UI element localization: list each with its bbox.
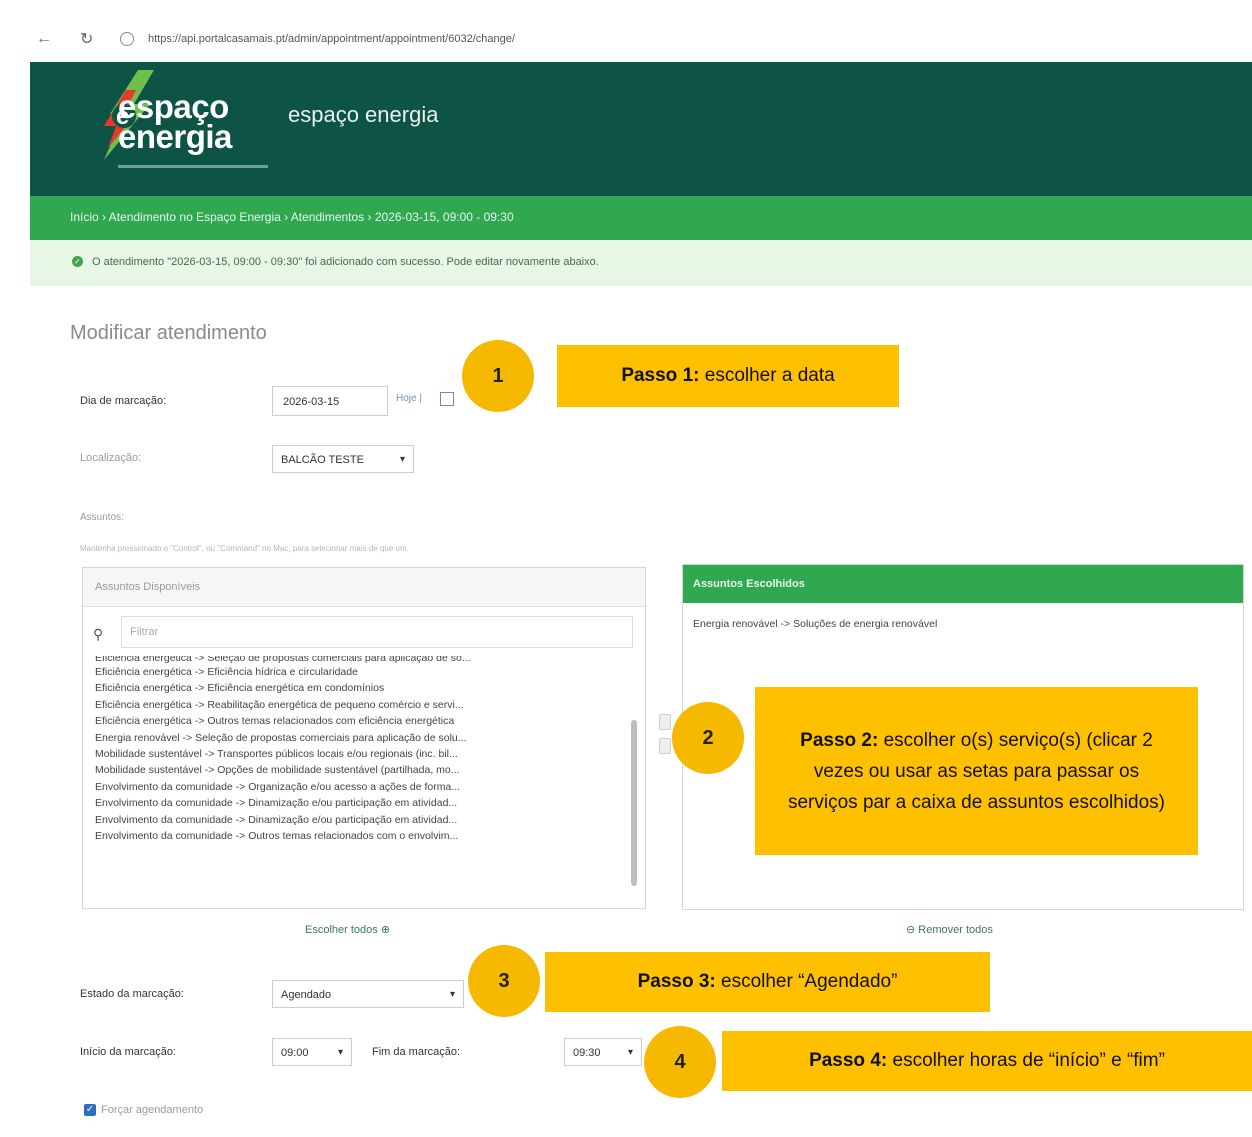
minus-circle-icon: ⊖ xyxy=(906,924,919,936)
list-item[interactable]: Eficiência energética -> Seleção de prop… xyxy=(95,656,625,664)
subjects-help: Mantenha pressionado o "Control", ou "Co… xyxy=(80,544,409,553)
success-message: ✓ O atendimento "2026-03-15, 09:00 - 09:… xyxy=(30,240,1252,286)
list-item[interactable]: Mobilidade sustentável -> Transportes pú… xyxy=(95,746,625,762)
location-select[interactable]: BALCÃO TESTE ▾ xyxy=(272,445,414,473)
list-item[interactable]: Envolvimento da comunidade -> Organizaçã… xyxy=(95,779,625,795)
end-label: Fim da marcação: xyxy=(372,1046,461,1058)
chosen-subjects-header: Assuntos Escolhidos xyxy=(683,565,1243,603)
remove-all-label: Remover todos xyxy=(918,924,993,936)
start-value: 09:00 xyxy=(281,1047,309,1059)
filter-input[interactable]: Filtrar xyxy=(121,616,633,648)
available-subjects-header: Assuntos Disponíveis xyxy=(83,568,645,607)
step-3-text: escolher “Agendado” xyxy=(715,971,898,992)
step-4-bold: Passo 4: xyxy=(809,1050,888,1071)
step-1-callout: Passo 1: escolher a data xyxy=(557,345,899,407)
site-header: e espaço energia espaço energia xyxy=(30,62,1252,196)
page-title: Modificar atendimento xyxy=(70,322,267,344)
site-name[interactable]: espaço energia xyxy=(288,102,438,128)
start-label: Início da marcação: xyxy=(80,1046,176,1058)
chevron-down-icon: ▾ xyxy=(399,454,405,465)
list-item[interactable]: Eficiência energética -> Eficiência hídr… xyxy=(95,664,625,680)
chevron-down-icon: ▾ xyxy=(449,989,455,1000)
chosen-subjects-title: Assuntos Escolhidos xyxy=(693,578,805,590)
step-1-bold: Passo 1: xyxy=(621,365,700,386)
step-3-bold: Passo 3: xyxy=(637,971,716,992)
chevron-down-icon: ▾ xyxy=(337,1047,343,1058)
list-item[interactable]: Envolvimento da comunidade -> Dinamizaçã… xyxy=(95,795,625,811)
list-item[interactable]: Eficiência energética -> Outros temas re… xyxy=(95,713,625,729)
today-link[interactable]: Hoje | xyxy=(396,393,422,404)
scrollbar-thumb[interactable] xyxy=(631,720,637,886)
breadcrumb-bar: Início › Atendimento no Espaço Energia ›… xyxy=(30,196,1252,240)
chevron-down-icon: ▾ xyxy=(627,1047,633,1058)
step-4-circle: 4 xyxy=(644,1026,716,1098)
available-subjects-title: Assuntos Disponíveis xyxy=(95,581,201,593)
address-bar-url[interactable]: https://api.portalcasamais.pt/admin/appo… xyxy=(148,33,515,45)
success-message-text: O atendimento "2026-03-15, 09:00 - 09:30… xyxy=(92,256,599,268)
list-item[interactable]: Eficiência energética -> Eficiência ener… xyxy=(95,680,625,696)
step-2-bold: Passo 2: xyxy=(800,729,879,751)
step-2-circle: 2 xyxy=(672,702,744,774)
available-subjects-box: Assuntos Disponíveis ⚲ Filtrar Eficiênci… xyxy=(82,567,646,909)
choose-all-label: Escolher todos xyxy=(305,924,378,936)
status-value: Agendado xyxy=(281,989,332,1001)
remove-all-link[interactable]: ⊖ Remover todos xyxy=(906,923,993,936)
list-item[interactable]: Mobilidade sustentável -> Opções de mobi… xyxy=(95,762,625,778)
check-circle-icon: ✓ xyxy=(72,256,83,267)
step-2-callout: Passo 2: escolher o(s) serviço(s) (clica… xyxy=(755,687,1198,855)
step-4-callout: Passo 4: escolher horas de “início” e “f… xyxy=(722,1031,1252,1091)
list-item[interactable]: Energia renovável -> Soluções de energia… xyxy=(693,618,937,630)
end-select[interactable]: 09:30 ▾ xyxy=(564,1038,642,1066)
step-1-circle: 1 xyxy=(462,340,534,412)
site-info-icon[interactable] xyxy=(120,32,134,46)
date-label: Dia de marcação: xyxy=(80,395,167,407)
step-3-callout: Passo 3: escolher “Agendado” xyxy=(545,952,990,1012)
reload-icon[interactable]: ↻ xyxy=(80,29,93,49)
force-checkbox[interactable]: ✓ xyxy=(84,1104,96,1116)
arrow-left-icon[interactable]: ← xyxy=(36,30,52,48)
move-right-arrow-icon[interactable] xyxy=(659,714,671,730)
list-item[interactable]: Energia renovável -> Seleção de proposta… xyxy=(95,730,625,746)
choose-all-link[interactable]: Escolher todos ⊕ xyxy=(305,923,390,936)
list-item[interactable]: Envolvimento da comunidade -> Outros tem… xyxy=(95,828,625,844)
logo-text-energia: energia xyxy=(118,118,232,155)
start-select[interactable]: 09:00 ▾ xyxy=(272,1038,352,1066)
logo-tagline xyxy=(118,165,268,168)
status-label: Estado da marcação: xyxy=(80,988,184,1000)
subjects-label: Assuntos: xyxy=(80,512,124,523)
step-3-circle: 3 xyxy=(468,945,540,1017)
force-label: Forçar agendamento xyxy=(101,1104,204,1116)
move-left-arrow-icon[interactable] xyxy=(659,738,671,754)
plus-circle-icon: ⊕ xyxy=(380,924,391,936)
list-item[interactable]: Envolvimento da comunidade -> Dinamizaçã… xyxy=(95,812,625,828)
available-subjects-list[interactable]: Eficiência energética -> Seleção de prop… xyxy=(95,656,625,844)
calendar-icon[interactable] xyxy=(440,392,454,406)
end-value: 09:30 xyxy=(573,1047,601,1059)
date-input[interactable]: 2026-03-15 xyxy=(272,386,388,416)
step-1-text: escolher a data xyxy=(699,365,835,386)
list-item[interactable]: Eficiência energética -> Reabilitação en… xyxy=(95,697,625,713)
status-select[interactable]: Agendado ▾ xyxy=(272,980,464,1008)
search-icon: ⚲ xyxy=(93,626,104,642)
location-value: BALCÃO TESTE xyxy=(281,454,364,466)
step-4-text: escolher horas de “início” e “fim” xyxy=(887,1050,1165,1071)
breadcrumb[interactable]: Início › Atendimento no Espaço Energia ›… xyxy=(70,210,514,224)
location-label: Localização: xyxy=(80,452,142,464)
